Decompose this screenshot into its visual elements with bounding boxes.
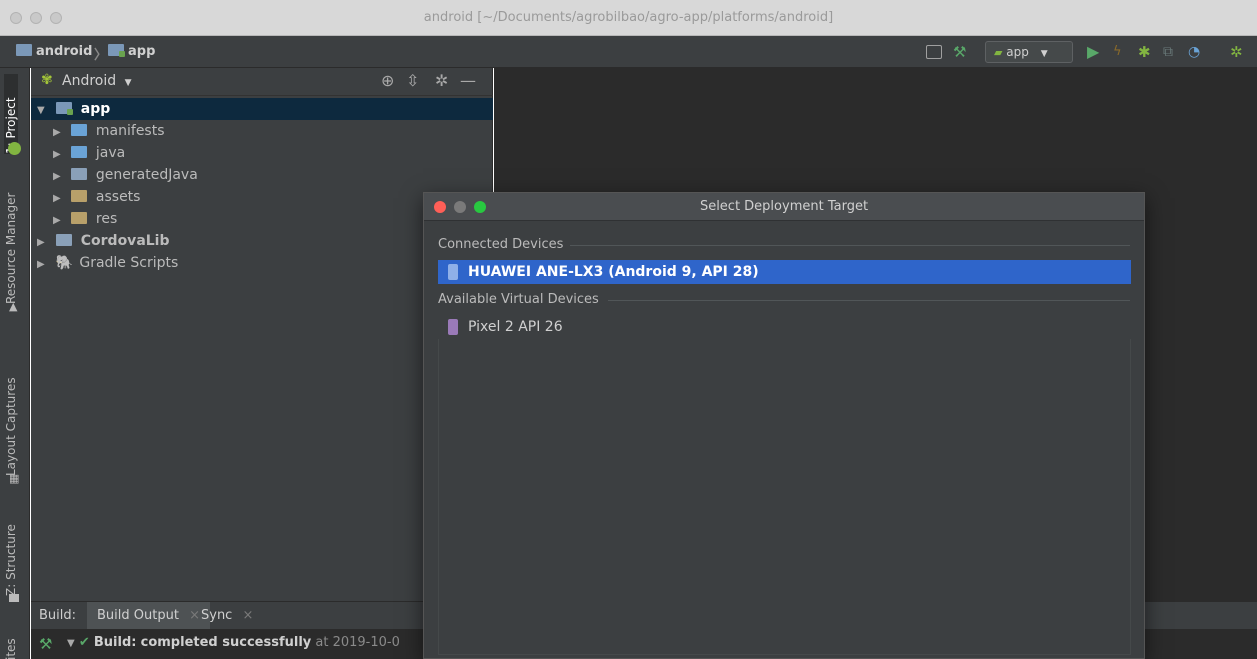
tree-item-app[interactable]: ▼ app (31, 98, 493, 120)
module-folder-icon (55, 102, 73, 115)
device-row-huawei[interactable]: HUAWEI ANE-LX3 (Android 9, API 28) (438, 260, 1131, 284)
apply-changes-icon[interactable]: ϟ (1113, 43, 1122, 61)
device-row-pixel-2[interactable]: Pixel 2 API 26 (438, 315, 1131, 339)
select-deployment-target-dialog: Select Deployment Target Connected Devic… (423, 192, 1145, 659)
success-check-icon: ✔ (78, 635, 90, 650)
chevron-down-icon: ▼ (124, 78, 132, 88)
chevron-down-icon: ▼ (1040, 49, 1048, 59)
structure-tab-icon (9, 594, 19, 602)
collapsed-arrow-icon: ▶ (53, 193, 61, 204)
build-status-row[interactable]: ▼ ✔ Build: completed successfully at 201… (67, 635, 400, 650)
tab-favorites[interactable]: ites (4, 630, 18, 659)
locate-target-icon[interactable]: ⊕ (381, 71, 394, 90)
module-folder-icon (108, 44, 125, 57)
run-play-icon[interactable]: ▶ (1087, 43, 1099, 61)
generated-folder-icon (71, 168, 88, 180)
tab-build-output[interactable]: Build Output × (87, 602, 210, 630)
tab-layout-captures[interactable]: Layout Captures (4, 372, 18, 476)
library-folder-icon (55, 234, 72, 246)
tree-item-generated-java[interactable]: ▶ generatedJava (31, 164, 493, 186)
gradle-elephant-icon: 🐘 (55, 255, 73, 271)
dialog-title: Select Deployment Target (699, 199, 869, 214)
android-config-icon: ▰ (994, 46, 1003, 59)
navigation-bar: android 〉 app ⚒ ▰ app ▼ ▶ ϟ ✱ ⧉ ◔ ✲ (0, 36, 1257, 68)
collapsed-arrow-icon: ▶ (37, 259, 45, 270)
available-virtual-devices-header: Available Virtual Devices (438, 292, 599, 307)
build-hammer-icon[interactable]: ⚒ (39, 635, 52, 653)
breadcrumb-app[interactable]: app (108, 44, 155, 59)
expanded-arrow-icon: ▼ (37, 105, 45, 116)
project-panel-header: ✾ Android ▼ ⊕ ⇳ ✲ — (31, 68, 493, 96)
android-robot-icon: ✾ (41, 72, 53, 88)
collapsed-arrow-icon: ▶ (53, 149, 61, 160)
section-divider (608, 300, 1130, 301)
device-file-explorer-icon[interactable] (926, 45, 942, 59)
dialog-title-bar: Select Deployment Target (424, 193, 1144, 221)
attach-debugger-icon[interactable]: ⧉ (1163, 43, 1173, 61)
build-hammer-icon[interactable]: ⚒ (953, 43, 966, 61)
virtual-device-icon (448, 319, 458, 335)
project-view-selector[interactable]: Android ▼ (62, 73, 132, 89)
sync-project-icon[interactable]: ✲ (1230, 43, 1243, 61)
hide-panel-icon[interactable]: — (460, 71, 476, 90)
expanded-arrow-icon: ▼ (67, 638, 75, 649)
project-folder-icon (16, 44, 32, 56)
window-title-bar: android [~/Documents/agrobilbao/agro-app… (0, 0, 1257, 36)
collapsed-arrow-icon: ▶ (53, 215, 61, 226)
folder-icon (71, 124, 88, 136)
build-panel-label: Build: (39, 608, 77, 623)
close-icon[interactable]: × (242, 608, 253, 623)
resource-folder-icon (71, 190, 88, 202)
debug-bug-icon[interactable]: ✱ (1138, 43, 1151, 61)
section-divider (570, 245, 1130, 246)
close-icon[interactable]: × (189, 608, 200, 623)
connected-devices-header: Connected Devices (438, 237, 564, 252)
folder-icon (71, 146, 88, 158)
tab-sync[interactable]: Sync × (201, 608, 253, 623)
collapsed-arrow-icon: ▶ (37, 237, 45, 248)
breadcrumb-separator: 〉 (94, 48, 108, 63)
gear-icon[interactable]: ✲ (435, 71, 448, 90)
tab-structure[interactable]: Z: Structure (4, 516, 18, 596)
resource-folder-icon (71, 212, 88, 224)
resource-manager-icon (8, 142, 21, 155)
breadcrumb-android[interactable]: android (16, 44, 92, 59)
run-configuration-dropdown[interactable]: ▰ app ▼ (985, 41, 1073, 63)
tab-resource-manager[interactable]: Resource Manager (4, 186, 18, 304)
device-list-area (438, 339, 1131, 655)
layout-captures-icon: ▲ (9, 300, 18, 313)
structure-icon: ▦ (9, 472, 20, 485)
window-title: android [~/Documents/agrobilbao/agro-app… (423, 10, 834, 25)
collapse-all-icon[interactable]: ⇳ (406, 71, 419, 90)
tree-item-java[interactable]: ▶ java (31, 142, 493, 164)
collapsed-arrow-icon: ▶ (53, 171, 61, 182)
profiler-icon[interactable]: ◔ (1188, 43, 1200, 61)
tree-item-manifests[interactable]: ▶ manifests (31, 120, 493, 142)
left-tool-strip: 1: Project Resource Manager ▲ Layout Cap… (0, 68, 30, 659)
collapsed-arrow-icon: ▶ (53, 127, 61, 138)
physical-device-icon (448, 264, 458, 280)
